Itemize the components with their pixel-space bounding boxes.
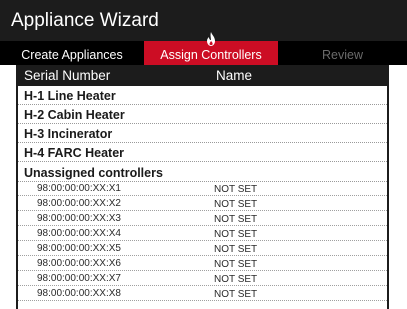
column-header-name: Name: [216, 68, 253, 83]
controller-serial: 98:00:00:00:XX:X3: [37, 213, 121, 224]
controller-row[interactable]: 98:00:00:00:XX:X1 NOT SET: [18, 183, 387, 196]
tab-create-appliances[interactable]: Create Appliances: [0, 41, 144, 65]
controller-row[interactable]: 98:00:00:00:XX:X2 NOT SET: [18, 198, 387, 211]
table-header: Serial Number Name: [18, 65, 387, 86]
controller-row[interactable]: 98:00:00:00:XX:X7 NOT SET: [18, 273, 387, 286]
tab-assign-controllers-label: Assign Controllers: [160, 48, 262, 62]
unassigned-label: Unassigned controllers: [24, 166, 163, 180]
controller-serial: 98:00:00:00:XX:X6: [37, 258, 121, 269]
controller-serial: 98:00:00:00:XX:X8: [37, 288, 121, 299]
controller-row[interactable]: 98:00:00:00:XX:X8 NOT SET: [18, 288, 387, 301]
appliance-row[interactable]: H-3 Incinerator: [18, 124, 387, 143]
controller-row[interactable]: 98:00:00:00:XX:X4 NOT SET: [18, 228, 387, 241]
controller-serial: 98:00:00:00:XX:X5: [37, 243, 121, 254]
tab-review[interactable]: Review: [278, 41, 407, 65]
appliance-name: H-2 Cabin Heater: [24, 108, 125, 122]
appliance-name: H-4 FARC Heater: [24, 146, 125, 160]
wizard-tabs: Create Appliances Assign Controllers Rev…: [0, 32, 407, 65]
controller-row[interactable]: 98:00:00:00:XX:X3 NOT SET: [18, 213, 387, 226]
appliance-name: H-1 Line Heater: [24, 89, 116, 103]
appliance-name: H-3 Incinerator: [24, 127, 113, 141]
controller-name: NOT SET: [214, 244, 258, 255]
controller-serial: 98:00:00:00:XX:X2: [37, 198, 121, 209]
unassigned-controllers-header: Unassigned controllers: [18, 163, 387, 182]
tab-assign-controllers[interactable]: Assign Controllers: [144, 32, 278, 65]
flame-icon: [207, 32, 215, 46]
controller-serial: 98:00:00:00:XX:X4: [37, 228, 121, 239]
controller-name: NOT SET: [214, 214, 258, 225]
controller-name: NOT SET: [214, 199, 258, 210]
controller-row[interactable]: 98:00:00:00:XX:X5 NOT SET: [18, 243, 387, 256]
window-title: Appliance Wizard: [11, 10, 159, 31]
appliance-row[interactable]: H-4 FARC Heater: [18, 143, 387, 162]
controller-name: NOT SET: [214, 259, 258, 270]
controller-name: NOT SET: [214, 289, 258, 300]
controller-name: NOT SET: [214, 229, 258, 240]
appliance-row[interactable]: H-2 Cabin Heater: [18, 105, 387, 124]
controller-name: NOT SET: [214, 184, 258, 195]
controller-serial: 98:00:00:00:XX:X1: [37, 183, 121, 194]
appliance-row[interactable]: H-1 Line Heater: [18, 86, 387, 105]
title-bar: Appliance Wizard: [0, 0, 407, 41]
controller-name: NOT SET: [214, 274, 258, 285]
controller-table: Serial Number Name H-1 Line Heater H-2 C…: [16, 65, 389, 309]
controller-row[interactable]: 98:00:00:00:XX:X6 NOT SET: [18, 258, 387, 271]
column-header-serial: Serial Number: [24, 68, 111, 83]
controller-serial: 98:00:00:00:XX:X7: [37, 273, 121, 284]
